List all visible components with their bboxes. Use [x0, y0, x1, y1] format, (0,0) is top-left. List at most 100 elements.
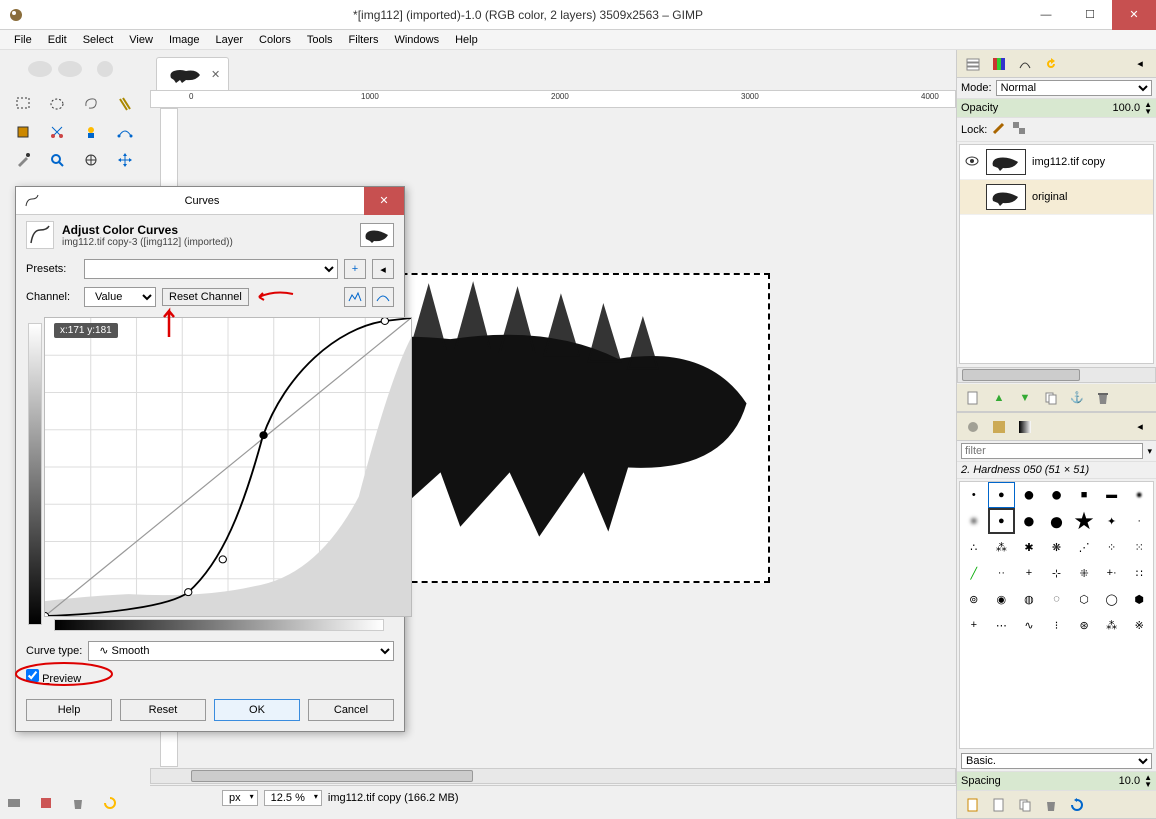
spacing-spinner-icon[interactable]: ▲▼: [1144, 774, 1152, 788]
menu-filters[interactable]: Filters: [343, 32, 385, 48]
ellipse-select-tool[interactable]: [42, 92, 72, 116]
paths-tool[interactable]: [110, 120, 140, 144]
menu-image[interactable]: Image: [163, 32, 206, 48]
layer-name[interactable]: img112.tif copy: [1032, 156, 1105, 168]
lower-layer-icon[interactable]: ▼: [1013, 387, 1037, 409]
menu-windows[interactable]: Windows: [388, 32, 445, 48]
preview-checkbox[interactable]: [26, 669, 39, 682]
crop-tool[interactable]: [8, 120, 38, 144]
preset-menu-icon[interactable]: ◂: [372, 259, 394, 279]
menu-tools[interactable]: Tools: [301, 32, 339, 48]
anchor-layer-icon[interactable]: ⚓: [1065, 387, 1089, 409]
fuzzy-select-tool[interactable]: [110, 92, 140, 116]
duplicate-brush-icon[interactable]: [1013, 794, 1037, 816]
brush-filter-input[interactable]: [961, 443, 1143, 459]
device-status-icon[interactable]: [6, 795, 26, 815]
dialog-subheading: img112.tif copy-3 ([img112] (imported)): [62, 237, 233, 248]
menu-edit[interactable]: Edit: [42, 32, 73, 48]
linear-histogram-icon[interactable]: [344, 287, 366, 307]
minimize-button[interactable]: —: [1024, 0, 1068, 30]
edit-brush-icon[interactable]: [961, 794, 985, 816]
panel-menu-icon[interactable]: ◂: [1128, 53, 1152, 75]
layers-tab-icon[interactable]: [961, 53, 985, 75]
menu-help[interactable]: Help: [449, 32, 484, 48]
brushes-tab-icon[interactable]: [961, 416, 985, 438]
undo-history-icon[interactable]: [1039, 53, 1063, 75]
spacing-label: Spacing: [961, 775, 1115, 787]
menu-colors[interactable]: Colors: [253, 32, 297, 48]
curve-coord-readout: x:171 y:181: [54, 323, 118, 338]
menu-view[interactable]: View: [123, 32, 159, 48]
blend-mode-select[interactable]: Normal: [996, 80, 1152, 96]
lock-pixels-icon[interactable]: [991, 120, 1007, 139]
delete-brush-icon[interactable]: [1039, 794, 1063, 816]
menu-layer[interactable]: Layer: [210, 32, 250, 48]
brush-panel-menu-icon[interactable]: ◂: [1128, 416, 1152, 438]
app-icon: [8, 7, 24, 23]
zoom-selector[interactable]: 12.5 %: [264, 790, 322, 806]
opacity-value[interactable]: 100.0: [1113, 102, 1141, 114]
spacing-value[interactable]: 10.0: [1119, 775, 1140, 787]
refresh-brushes-icon[interactable]: [1065, 794, 1089, 816]
raise-layer-icon[interactable]: ▲: [987, 387, 1011, 409]
reset-icon[interactable]: [102, 795, 122, 815]
scissors-tool[interactable]: [42, 120, 72, 144]
opacity-spinner-icon[interactable]: ▲▼: [1144, 101, 1152, 115]
measure-tool[interactable]: [76, 148, 106, 172]
cancel-button[interactable]: Cancel: [308, 699, 394, 721]
add-preset-icon[interactable]: +: [344, 259, 366, 279]
menubar: File Edit Select View Image Layer Colors…: [0, 30, 1156, 50]
ruler-horizontal[interactable]: 0 1000 2000 3000 4000: [150, 90, 956, 108]
new-brush-icon[interactable]: [987, 794, 1011, 816]
unit-selector[interactable]: px: [222, 790, 258, 806]
color-picker-tool[interactable]: [8, 148, 38, 172]
layer-name[interactable]: original: [1032, 191, 1067, 203]
close-button[interactable]: ✕: [1112, 0, 1156, 30]
menu-file[interactable]: File: [8, 32, 38, 48]
foreground-select-tool[interactable]: [76, 120, 106, 144]
zoom-tool[interactable]: [42, 148, 72, 172]
tab-close-icon[interactable]: ✕: [211, 68, 220, 81]
visibility-eye-icon[interactable]: [964, 153, 980, 172]
reset-button[interactable]: Reset: [120, 699, 206, 721]
curve-type-select[interactable]: ∿ Smooth: [88, 641, 394, 661]
paths-tab-icon[interactable]: [1013, 53, 1037, 75]
curves-graph[interactable]: [44, 317, 412, 617]
duplicate-layer-icon[interactable]: [1039, 387, 1063, 409]
move-tool[interactable]: [110, 148, 140, 172]
layers-list: img112.tif copy original: [959, 144, 1154, 364]
menu-select[interactable]: Select: [77, 32, 120, 48]
preview-checkbox-label[interactable]: Preview: [26, 669, 81, 685]
dialog-close-button[interactable]: ✕: [364, 187, 404, 215]
lock-alpha-icon[interactable]: [1011, 120, 1027, 139]
presets-select[interactable]: [84, 259, 338, 279]
help-button[interactable]: Help: [26, 699, 112, 721]
curve-type-label: Curve type:: [26, 645, 82, 657]
reset-channel-button[interactable]: Reset Channel: [162, 288, 249, 306]
patterns-tab-icon[interactable]: [987, 416, 1011, 438]
trash-icon[interactable]: [70, 795, 90, 815]
free-select-tool[interactable]: [76, 92, 106, 116]
new-layer-icon[interactable]: [961, 387, 985, 409]
gradients-tab-icon[interactable]: [1013, 416, 1037, 438]
dialog-heading: Adjust Color Curves: [62, 223, 178, 237]
channel-select[interactable]: Value: [84, 287, 156, 307]
tool-options-icon[interactable]: [38, 795, 58, 815]
layer-row[interactable]: original: [960, 180, 1153, 215]
canvas-hscroll[interactable]: [150, 767, 956, 785]
brush-preset-select[interactable]: Basic.: [961, 753, 1152, 769]
delete-layer-icon[interactable]: [1091, 387, 1115, 409]
dialog-preview-thumbnail: [360, 223, 394, 247]
ok-button[interactable]: OK: [214, 699, 300, 721]
channels-tab-icon[interactable]: [987, 53, 1011, 75]
layer-row[interactable]: img112.tif copy: [960, 145, 1153, 180]
rect-select-tool[interactable]: [8, 92, 38, 116]
log-histogram-icon[interactable]: [372, 287, 394, 307]
opacity-label: Opacity: [961, 102, 1109, 114]
image-tab[interactable]: ✕: [156, 57, 229, 90]
output-gradient: [28, 323, 42, 625]
brush-grid[interactable]: •●●●■▬● ●●●●★✦· ∴⁂✱❋⋰⁘⁙ ╱··+⊹⁜+·∷ ⊚◉◍◌⬡◯…: [959, 481, 1154, 749]
right-dock: ◂ Mode: Normal Opacity 100.0 ▲▼ Lock: im…: [956, 50, 1156, 819]
maximize-button[interactable]: ☐: [1068, 0, 1112, 30]
layers-hscroll[interactable]: [957, 366, 1156, 384]
